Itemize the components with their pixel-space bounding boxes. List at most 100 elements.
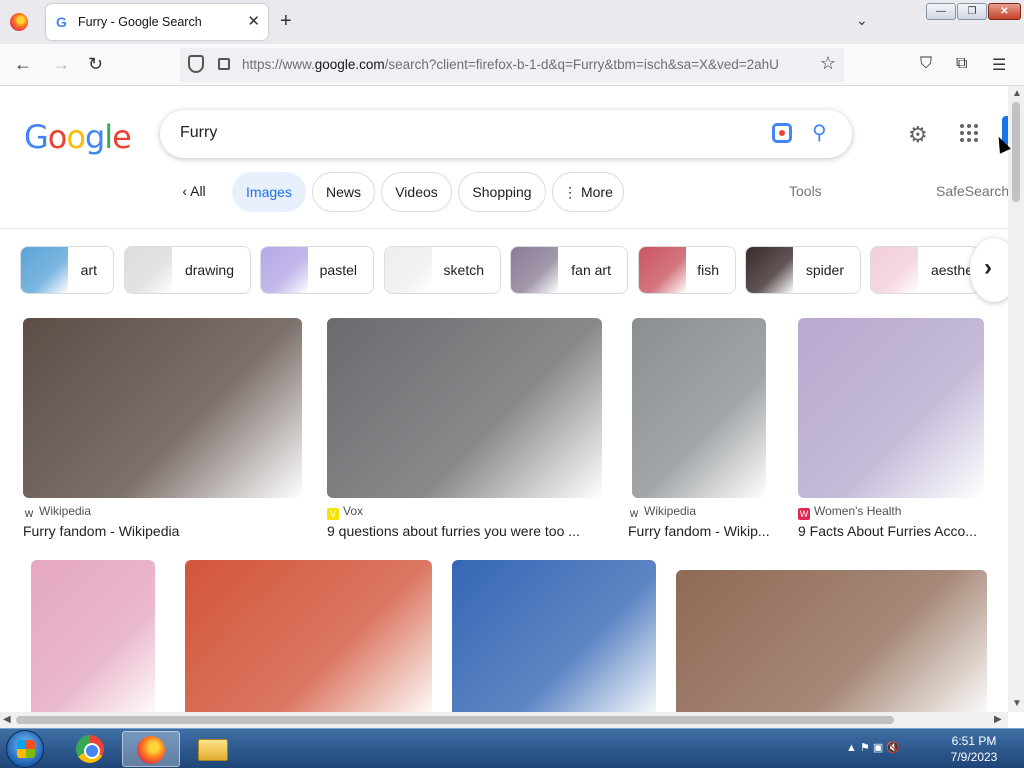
- related-search-chip[interactable]: art: [20, 246, 114, 294]
- search-box[interactable]: Furry ⚲: [160, 110, 852, 158]
- search-input[interactable]: Furry: [180, 124, 217, 142]
- scroll-left-icon[interactable]: ◀: [3, 714, 11, 725]
- maximize-button[interactable]: ❐: [957, 3, 987, 20]
- horizontal-scroll-thumb[interactable]: [16, 716, 894, 724]
- bookmark-star-icon[interactable]: ☆: [820, 53, 836, 74]
- new-tab-icon[interactable]: +: [280, 10, 292, 33]
- result-image[interactable]: [798, 318, 984, 498]
- filter-news[interactable]: News: [312, 172, 375, 212]
- firefox-icon: [137, 736, 165, 764]
- pocket-icon[interactable]: ⛉: [920, 55, 932, 73]
- related-search-chip[interactable]: sketch: [384, 246, 501, 294]
- filter-videos[interactable]: Videos: [381, 172, 452, 212]
- back-icon[interactable]: ←: [14, 54, 32, 75]
- forward-icon[interactable]: →: [52, 54, 70, 75]
- search-icon[interactable]: ⚲: [812, 120, 827, 145]
- navigation-bar: ← → ↻ https://www.google.com/search?clie…: [0, 44, 1024, 86]
- related-thumbnail: [21, 247, 68, 293]
- start-button[interactable]: [6, 730, 44, 768]
- chevron-right-icon: ›: [984, 254, 992, 281]
- horizontal-scrollbar[interactable]: ◀ ▶: [0, 712, 1008, 728]
- result-image[interactable]: [31, 560, 155, 712]
- related-search-chip[interactable]: fan art: [510, 246, 628, 294]
- google-apps-icon[interactable]: [960, 124, 978, 142]
- related-search-chip[interactable]: aesthe: [870, 246, 980, 294]
- scroll-down-icon[interactable]: ▼: [1012, 698, 1022, 709]
- windows-logo-icon: [17, 740, 35, 758]
- image-result[interactable]: [452, 560, 656, 712]
- related-search-chip[interactable]: fish: [638, 246, 736, 294]
- divider: [0, 228, 1008, 229]
- related-thumbnail: [871, 247, 918, 293]
- firefox-icon: [10, 13, 28, 31]
- list-all-tabs-icon[interactable]: ⌄: [856, 12, 868, 29]
- vertical-scrollbar[interactable]: ▲ ▼: [1008, 86, 1024, 712]
- image-result[interactable]: W Wikipedia Furry fandom - Wikip...: [628, 318, 774, 548]
- search-filters: ‹ All Images News Videos Shopping ⋮ More…: [0, 172, 1008, 216]
- scroll-up-icon[interactable]: ▲: [1012, 88, 1022, 99]
- result-image[interactable]: [185, 560, 432, 712]
- close-tab-icon[interactable]: ✕: [247, 12, 260, 30]
- lock-icon[interactable]: [218, 58, 230, 70]
- google-images-page: Google Furry ⚲ ⚙ ‹ All Images News Video…: [0, 86, 1008, 712]
- related-thumbnail: [385, 247, 432, 293]
- filter-more[interactable]: ⋮ More: [552, 172, 624, 212]
- image-result[interactable]: [185, 560, 432, 712]
- result-image[interactable]: [327, 318, 602, 498]
- menu-icon[interactable]: ☰: [992, 55, 1006, 75]
- extensions-icon[interactable]: ⧉: [956, 55, 967, 73]
- related-thumbnail: [261, 247, 308, 293]
- filter-all[interactable]: ‹ All: [168, 172, 220, 212]
- google-logo[interactable]: Google: [24, 118, 132, 156]
- filter-images[interactable]: Images: [232, 172, 306, 212]
- google-favicon-icon: G: [56, 14, 67, 30]
- result-source[interactable]: W Women's Health: [798, 504, 901, 520]
- vertical-scroll-thumb[interactable]: [1012, 102, 1020, 202]
- google-lens-icon[interactable]: [772, 123, 792, 143]
- image-result[interactable]: W Women's Health 9 Facts About Furries Ac…: [798, 318, 984, 548]
- related-search-chip[interactable]: spider: [745, 246, 861, 294]
- result-image[interactable]: [676, 570, 987, 712]
- url-text[interactable]: https://www.google.com/search?client=fir…: [242, 57, 812, 72]
- result-image[interactable]: [452, 560, 656, 712]
- tab-bar: G Furry - Google Search ✕ + ⌄ — ❐ ✕: [0, 0, 1024, 44]
- settings-gear-icon[interactable]: ⚙: [908, 122, 928, 148]
- related-search-chip[interactable]: pastel: [260, 246, 374, 294]
- safesearch-button[interactable]: SafeSearch: [936, 183, 1008, 199]
- result-image[interactable]: [23, 318, 302, 498]
- result-source[interactable]: W Wikipedia: [628, 504, 696, 520]
- tools-button[interactable]: Tools: [789, 183, 822, 199]
- image-result[interactable]: V Vox 9 questions about furries you were …: [327, 318, 602, 548]
- url-bar[interactable]: https://www.google.com/search?client=fir…: [180, 48, 844, 82]
- close-window-button[interactable]: ✕: [988, 3, 1021, 20]
- result-title[interactable]: 9 Facts About Furries Acco...: [798, 523, 984, 539]
- result-title[interactable]: 9 questions about furries you were too .…: [327, 523, 602, 539]
- taskbar-firefox[interactable]: [122, 731, 180, 767]
- scroll-right-icon[interactable]: ▶: [994, 714, 1002, 725]
- windows-taskbar: ▲ ⚑ ▣ 🔇 6:51 PM 7/9/2023: [0, 728, 1024, 768]
- filter-shopping[interactable]: Shopping: [458, 172, 546, 212]
- taskbar-chrome[interactable]: [60, 731, 118, 767]
- result-source[interactable]: V Vox: [327, 504, 363, 520]
- shield-icon[interactable]: [188, 55, 204, 73]
- related-thumbnail: [746, 247, 793, 293]
- result-image[interactable]: [632, 318, 766, 498]
- clock-time: 6:51 PM: [951, 734, 997, 748]
- image-result[interactable]: W Wikipedia Furry fandom - Wikipedia: [23, 318, 302, 548]
- result-source[interactable]: W Wikipedia: [23, 504, 91, 520]
- wikipedia-icon: W: [23, 508, 35, 520]
- result-title[interactable]: Furry fandom - Wikip...: [628, 523, 774, 539]
- image-result[interactable]: [676, 570, 987, 712]
- chrome-icon: [76, 735, 104, 763]
- taskbar-file-explorer[interactable]: [184, 731, 242, 767]
- system-tray-icons[interactable]: ▲ ⚑ ▣ 🔇: [846, 741, 900, 754]
- taskbar-clock[interactable]: 6:51 PM 7/9/2023: [944, 733, 1004, 765]
- image-result[interactable]: [31, 560, 155, 712]
- related-thumbnail: [639, 247, 686, 293]
- related-search-chip[interactable]: drawing: [124, 246, 251, 294]
- minimize-button[interactable]: —: [926, 3, 956, 20]
- reload-icon[interactable]: ↻: [88, 54, 103, 75]
- result-title[interactable]: Furry fandom - Wikipedia: [23, 523, 302, 539]
- clock-date: 7/9/2023: [950, 750, 998, 764]
- tab-google-search[interactable]: G Furry - Google Search ✕: [46, 4, 268, 40]
